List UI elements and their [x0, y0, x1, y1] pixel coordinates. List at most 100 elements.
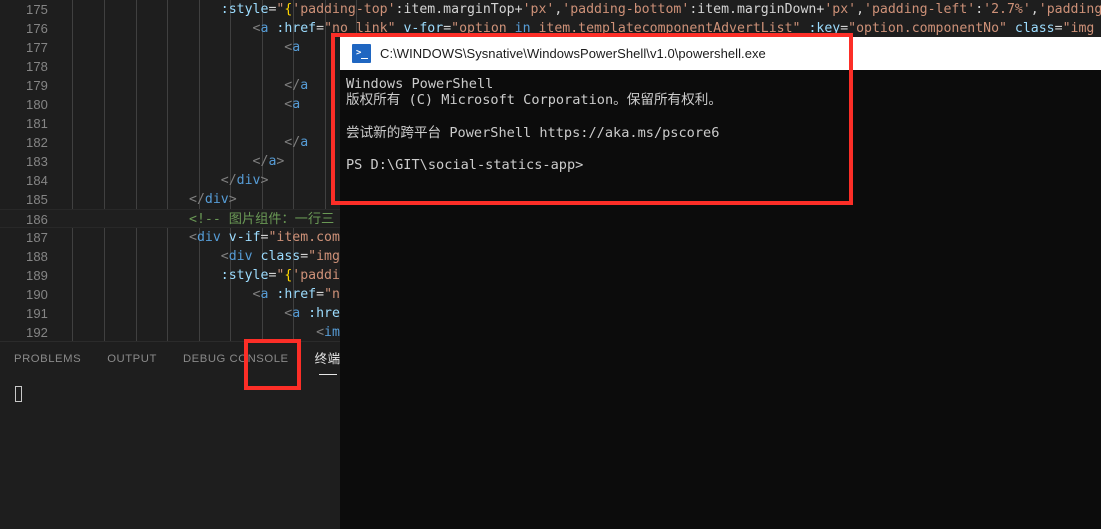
code-token: = — [316, 21, 325, 36]
line-content[interactable]: <!-- 图片组件：一行三 — [62, 210, 334, 229]
line-content[interactable]: </a — [62, 133, 308, 152]
panel-tab-bar[interactable]: PROBLEMS OUTPUT DEBUG CONSOLE 终端 — [0, 342, 367, 377]
line-number: 175 — [26, 2, 48, 17]
code-token: div — [204, 192, 229, 207]
code-token: "no_link" — [324, 21, 396, 36]
powershell-title-bar[interactable]: > C:\WINDOWS\Sysnative\WindowsPowerShell… — [340, 37, 1101, 70]
panel-tab-output[interactable]: OUTPUT — [107, 342, 157, 377]
panel-tab-label: DEBUG CONSOLE — [182, 353, 289, 365]
code-token: </ — [62, 192, 205, 207]
code-token: a — [292, 97, 301, 112]
code-token: > — [228, 192, 237, 207]
line-content[interactable]: <a — [62, 38, 300, 57]
panel-tab-label: OUTPUT — [107, 353, 157, 365]
line-content[interactable]: </a — [62, 76, 308, 95]
terminal-panel-body[interactable] — [0, 377, 340, 529]
line-content[interactable]: <a :href="no_link" v-for="option in item… — [62, 19, 1095, 38]
line-number: 180 — [26, 97, 48, 112]
line-content[interactable]: <div v-if="item.com — [62, 228, 340, 247]
code-line[interactable]: 175 :style="{'padding-top':item.marginTo… — [0, 0, 1101, 19]
code-token: 'padding-bottom' — [562, 2, 690, 17]
console-line: PS D:\GIT\social-statics-app> — [346, 156, 584, 173]
code-token: :style — [62, 2, 269, 17]
vscode-window: 175 :style="{'padding-top':item.marginTo… — [0, 0, 1101, 529]
line-number: 191 — [26, 306, 48, 321]
line-number: 182 — [26, 135, 48, 150]
code-token: < — [62, 230, 197, 245]
console-line: Windows PowerShell — [346, 76, 494, 92]
code-token: a — [292, 306, 301, 321]
code-token: in — [506, 21, 539, 36]
code-token: = — [1054, 21, 1063, 36]
line-number: 189 — [26, 268, 48, 283]
code-token: div — [228, 249, 253, 264]
code-token: < — [62, 97, 293, 112]
code-token: < — [62, 287, 261, 302]
code-token: a — [292, 40, 301, 55]
code-token: :href — [276, 21, 317, 36]
code-token: a — [300, 135, 309, 150]
code-token: = — [840, 21, 849, 36]
code-token: :style — [62, 268, 269, 283]
line-content[interactable]: <div class="img — [62, 247, 340, 266]
code-token: , — [856, 2, 865, 17]
powershell-window[interactable]: > C:\WINDOWS\Sysnative\WindowsPowerShell… — [340, 37, 1101, 529]
console-line: 版权所有 (C) Microsoft Corporation。保留所有权利。 — [346, 92, 722, 109]
line-number: 192 — [26, 325, 48, 340]
line-content[interactable]: :style="{'padding-top':item.marginTop+'p… — [62, 0, 1101, 19]
code-token: :hre — [308, 306, 340, 321]
code-token: div — [236, 173, 261, 188]
code-token: : — [975, 2, 984, 17]
line-content[interactable]: <a — [62, 95, 300, 114]
line-number: 176 — [26, 21, 48, 36]
line-content[interactable]: :style="{'paddi — [62, 266, 340, 285]
line-number: 185 — [26, 192, 48, 207]
line-number: 177 — [26, 40, 48, 55]
line-content[interactable]: <im — [62, 323, 340, 341]
code-token: item.marginDown+ — [697, 2, 825, 17]
code-token: "option.componentNo" — [848, 21, 1007, 36]
console-line: 尝试新的跨平台 PowerShell https://aka.ms/pscore… — [346, 124, 720, 141]
powershell-icon: > — [352, 44, 371, 63]
line-number: 190 — [26, 287, 48, 302]
code-token: "n — [324, 287, 340, 302]
code-token: > — [260, 173, 269, 188]
code-token: </ — [62, 154, 269, 169]
code-token: class — [1014, 21, 1055, 36]
line-content[interactable]: </div> — [62, 190, 237, 209]
panel-tab-debug-console[interactable]: DEBUG CONSOLE — [183, 342, 289, 377]
code-token: a — [300, 78, 309, 93]
line-content[interactable]: </a> — [62, 152, 285, 171]
active-tab-underline — [318, 373, 337, 375]
code-token: = — [316, 287, 325, 302]
code-token: im — [324, 325, 340, 340]
code-token: '2.7%' — [983, 2, 1031, 17]
code-token: < — [62, 325, 325, 340]
line-content[interactable]: <a :hre — [62, 304, 340, 323]
powershell-console-output[interactable]: Windows PowerShell 版权所有 (C) Microsoft Cor… — [340, 70, 1101, 529]
line-number: 188 — [26, 249, 48, 264]
panel-tab-terminal[interactable]: 终端 — [315, 342, 341, 377]
code-token: "img — [1062, 21, 1095, 36]
code-token: v-for — [403, 21, 444, 36]
panel-tab-label: 终端 — [314, 352, 341, 366]
code-token: item.templatecomponentAdvertList" — [538, 21, 801, 36]
code-line[interactable]: 176 <a :href="no_link" v-for="option in … — [0, 19, 1101, 38]
code-token: :href — [276, 287, 317, 302]
code-token: </ — [62, 173, 237, 188]
code-token: < — [62, 306, 293, 321]
code-token: "option — [451, 21, 507, 36]
panel-tab-label: PROBLEMS — [14, 353, 82, 365]
line-content[interactable]: <a :href="n — [62, 285, 340, 304]
line-content[interactable]: </div> — [62, 171, 269, 190]
panel-tab-problems[interactable]: PROBLEMS — [14, 342, 81, 377]
line-number: 186 — [26, 212, 48, 227]
line-number: 181 — [26, 116, 48, 131]
code-token: 'px' — [522, 2, 555, 17]
